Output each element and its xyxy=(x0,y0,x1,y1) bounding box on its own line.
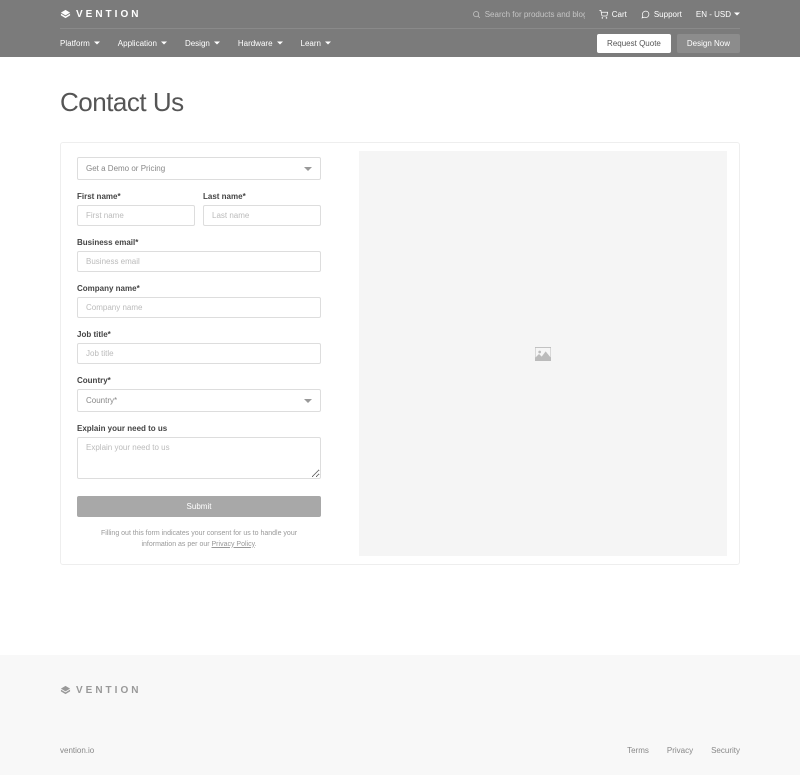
privacy-policy-link[interactable]: Privacy Policy xyxy=(212,541,255,548)
footer-privacy-link[interactable]: Privacy xyxy=(667,746,693,755)
page-content: Contact Us Get a Demo or Pricing First n… xyxy=(0,57,800,605)
nav-application[interactable]: Application xyxy=(118,39,167,48)
request-quote-button[interactable]: Request Quote xyxy=(597,34,671,53)
vention-logo-icon xyxy=(60,685,71,696)
search[interactable] xyxy=(472,10,585,19)
page-title: Contact Us xyxy=(60,87,740,118)
email-label: Business email* xyxy=(77,238,321,247)
nav-label: Hardware xyxy=(238,39,273,48)
nav-platform[interactable]: Platform xyxy=(60,39,100,48)
cart-label: Cart xyxy=(612,10,627,19)
support-label: Support xyxy=(654,10,682,19)
email-input[interactable] xyxy=(77,251,321,272)
design-now-button[interactable]: Design Now xyxy=(677,34,740,53)
header-top-bar: VENTION Cart Support EN - USD xyxy=(0,0,800,28)
site-footer: VENTION vention.io Terms Privacy Securit… xyxy=(0,655,800,775)
cart-icon xyxy=(599,10,608,19)
nav-design[interactable]: Design xyxy=(185,39,220,48)
company-label: Company name* xyxy=(77,284,321,293)
nav-label: Learn xyxy=(301,39,321,48)
chat-icon xyxy=(641,10,650,19)
company-input[interactable] xyxy=(77,297,321,318)
cart-link[interactable]: Cart xyxy=(599,10,627,19)
nav-learn[interactable]: Learn xyxy=(301,39,331,48)
nav-hardware[interactable]: Hardware xyxy=(238,39,283,48)
chevron-down-icon xyxy=(94,40,100,46)
nav-label: Design xyxy=(185,39,210,48)
chevron-down-icon xyxy=(277,40,283,46)
chevron-down-icon xyxy=(734,11,740,17)
footer-security-link[interactable]: Security xyxy=(711,746,740,755)
header-nav-bar: Platform Application Design Hardware Lea… xyxy=(0,29,800,57)
chevron-down-icon xyxy=(214,40,220,46)
job-title-input[interactable] xyxy=(77,343,321,364)
brand-name: VENTION xyxy=(76,9,141,20)
nav-label: Application xyxy=(118,39,157,48)
search-input[interactable] xyxy=(485,10,585,19)
need-textarea[interactable] xyxy=(77,437,321,479)
footer-brand-name: VENTION xyxy=(76,685,141,696)
brand-logo[interactable]: VENTION xyxy=(60,9,141,20)
country-label: Country* xyxy=(77,376,321,385)
language-label: EN - USD xyxy=(696,10,731,19)
first-name-label: First name* xyxy=(77,192,195,201)
footer-logo[interactable]: VENTION xyxy=(60,685,740,696)
submit-button[interactable]: Submit xyxy=(77,496,321,517)
chevron-down-icon xyxy=(161,40,167,46)
footer-domain: vention.io xyxy=(60,746,94,755)
first-name-input[interactable] xyxy=(77,205,195,226)
topic-select[interactable]: Get a Demo or Pricing xyxy=(77,157,321,180)
vention-logo-icon xyxy=(60,9,71,20)
hero-image-placeholder xyxy=(359,151,727,556)
consent-pre: Filling out this form indicates your con… xyxy=(101,530,297,548)
consent-text: Filling out this form indicates your con… xyxy=(77,529,321,550)
search-icon xyxy=(472,10,481,19)
job-title-label: Job title* xyxy=(77,330,321,339)
site-header: VENTION Cart Support EN - USD Platform xyxy=(0,0,800,57)
consent-post: . xyxy=(255,541,257,548)
last-name-label: Last name* xyxy=(203,192,321,201)
footer-terms-link[interactable]: Terms xyxy=(627,746,649,755)
nav-label: Platform xyxy=(60,39,90,48)
nav-items: Platform Application Design Hardware Lea… xyxy=(60,39,331,48)
chevron-down-icon xyxy=(325,40,331,46)
image-icon xyxy=(535,347,551,361)
need-label: Explain your need to us xyxy=(77,424,321,433)
language-selector[interactable]: EN - USD xyxy=(696,10,740,19)
contact-form: Get a Demo or Pricing First name* Last n… xyxy=(69,151,329,556)
content-card: Get a Demo or Pricing First name* Last n… xyxy=(60,142,740,565)
last-name-input[interactable] xyxy=(203,205,321,226)
support-link[interactable]: Support xyxy=(641,10,682,19)
country-select[interactable]: Country* xyxy=(77,389,321,412)
